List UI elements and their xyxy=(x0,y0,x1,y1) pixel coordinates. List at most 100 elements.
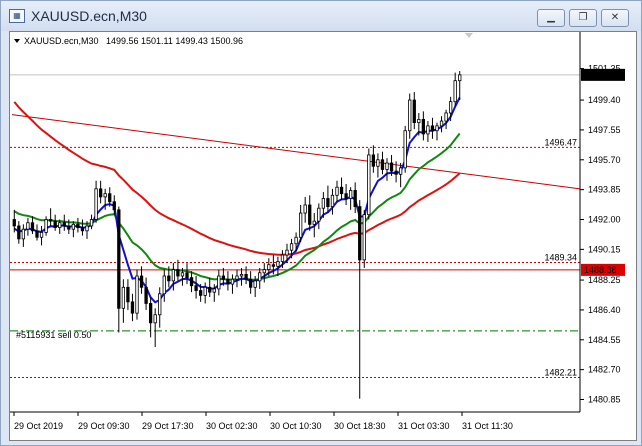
price-tick-label: 1490.15 xyxy=(588,244,621,254)
candle-body xyxy=(280,254,285,262)
price-tick-label: 1492.00 xyxy=(588,215,621,225)
candle-body xyxy=(398,167,403,175)
candle-body xyxy=(417,119,421,124)
time-tick-label: 29 Oct 2019 xyxy=(14,421,63,431)
candle-body xyxy=(358,206,362,261)
candle-body xyxy=(167,275,171,282)
minimize-button[interactable]: ▁ xyxy=(537,9,565,27)
candle-body xyxy=(121,286,126,309)
candle-body xyxy=(294,236,298,245)
chart-shift-marker-icon[interactable] xyxy=(465,33,473,38)
chart-ohlc: 1499.56 1501.11 1499.43 1500.96 xyxy=(106,36,243,46)
candle-body xyxy=(71,223,76,230)
candle-body xyxy=(208,286,212,293)
candle-body xyxy=(180,272,185,277)
time-tick-label: 30 Oct 10:30 xyxy=(270,421,322,431)
candle-body xyxy=(262,269,266,274)
candle-body xyxy=(108,193,112,203)
price-tick-label: 1482.70 xyxy=(588,365,621,375)
minimize-icon: ▁ xyxy=(547,12,555,23)
candle-body xyxy=(35,230,39,238)
chart-area[interactable]: 1501.35 1499.40 1497.55 1495.70 1493.85 1492.… xyxy=(9,31,637,441)
candle-body xyxy=(85,225,89,232)
price-tick-label: 1486.40 xyxy=(588,305,621,315)
candle-body xyxy=(112,201,116,211)
candle-body xyxy=(76,223,80,228)
close-button[interactable]: ✕ xyxy=(601,9,629,27)
candle-body xyxy=(148,303,153,324)
candle-body xyxy=(139,275,144,288)
current-price-label: 1500.96 xyxy=(584,70,617,80)
chart-window-icon: ▦ xyxy=(9,9,25,23)
candle-body xyxy=(389,162,394,172)
candle-body xyxy=(412,99,416,124)
candle-body xyxy=(321,198,326,209)
time-tick-label: 29 Oct 09:30 xyxy=(78,421,130,431)
candle-body xyxy=(94,188,98,220)
candle-body xyxy=(221,275,226,280)
candle-body xyxy=(426,125,430,135)
candle-body xyxy=(244,273,248,280)
candle-body xyxy=(48,219,53,222)
time-tick-label: 30 Oct 18:30 xyxy=(334,421,386,431)
candle-body xyxy=(430,125,435,132)
close-icon: ✕ xyxy=(610,12,620,23)
candle-body xyxy=(444,112,448,122)
restore-icon: ❐ xyxy=(578,12,588,23)
candle-body xyxy=(135,275,139,314)
candle-body xyxy=(126,286,130,303)
candle-body xyxy=(89,219,94,227)
candle-body xyxy=(217,275,221,290)
candle-body xyxy=(53,220,57,228)
candle-body xyxy=(348,190,353,199)
window-title: XAUUSD.ecn,M30 xyxy=(31,8,147,24)
price-tick-label: 1495.70 xyxy=(588,155,621,165)
candle-body xyxy=(439,120,444,127)
trade-label: #5115931 sell 0.50 xyxy=(16,330,91,340)
candle-body xyxy=(326,198,330,207)
candle-body xyxy=(394,170,398,175)
header-dropdown-icon[interactable] xyxy=(14,39,20,43)
title-bar[interactable]: ▦ XAUUSD.ecn,M30 ▁ ❐ ✕ xyxy=(1,1,641,31)
candle-body xyxy=(421,119,426,135)
candle-body xyxy=(267,264,271,270)
candle-body xyxy=(212,288,216,293)
chart-window: ▦ XAUUSD.ecn,M30 ▁ ❐ ✕ 1501.35 1499.40 149… xyxy=(0,0,642,446)
candle-body xyxy=(248,278,253,288)
candle-body xyxy=(308,204,312,225)
candle-body xyxy=(385,162,389,170)
candle-body xyxy=(26,222,30,230)
candle-body xyxy=(162,275,166,295)
price-chart[interactable]: 1501.351499.401497.551495.701493.851492.… xyxy=(10,32,636,440)
level-label-4: 1482.21 xyxy=(544,368,577,378)
price-tick-label: 1499.40 xyxy=(588,95,621,105)
price-tick-label: 1480.85 xyxy=(588,395,621,405)
candle-body xyxy=(276,261,280,267)
candle-body xyxy=(330,194,335,207)
candle-body xyxy=(130,301,135,314)
candle-body xyxy=(335,186,339,196)
candle-body xyxy=(380,159,385,170)
candle-body xyxy=(194,285,198,291)
candle-body xyxy=(21,228,26,240)
candle-body xyxy=(198,290,203,296)
time-tick-label: 31 Oct 03:30 xyxy=(398,421,450,431)
time-tick-label: 30 Oct 02:30 xyxy=(206,421,258,431)
candle-body xyxy=(144,286,148,304)
candle-body xyxy=(98,188,103,198)
time-tick-label: 31 Oct 11:30 xyxy=(462,421,513,431)
candle-body xyxy=(62,222,66,227)
price-tick-label: 1497.55 xyxy=(588,125,621,135)
candle-body xyxy=(271,264,276,267)
candle-body xyxy=(312,220,316,225)
trendline[interactable] xyxy=(11,114,581,190)
restore-button[interactable]: ❐ xyxy=(569,9,597,27)
candle-body xyxy=(298,212,303,238)
candle-body xyxy=(458,74,462,82)
candle-body xyxy=(408,99,412,132)
candle-body xyxy=(303,204,307,214)
candle-body xyxy=(344,193,348,199)
candle-body xyxy=(339,186,344,195)
candle-body xyxy=(367,154,371,216)
candle-body xyxy=(435,125,439,132)
